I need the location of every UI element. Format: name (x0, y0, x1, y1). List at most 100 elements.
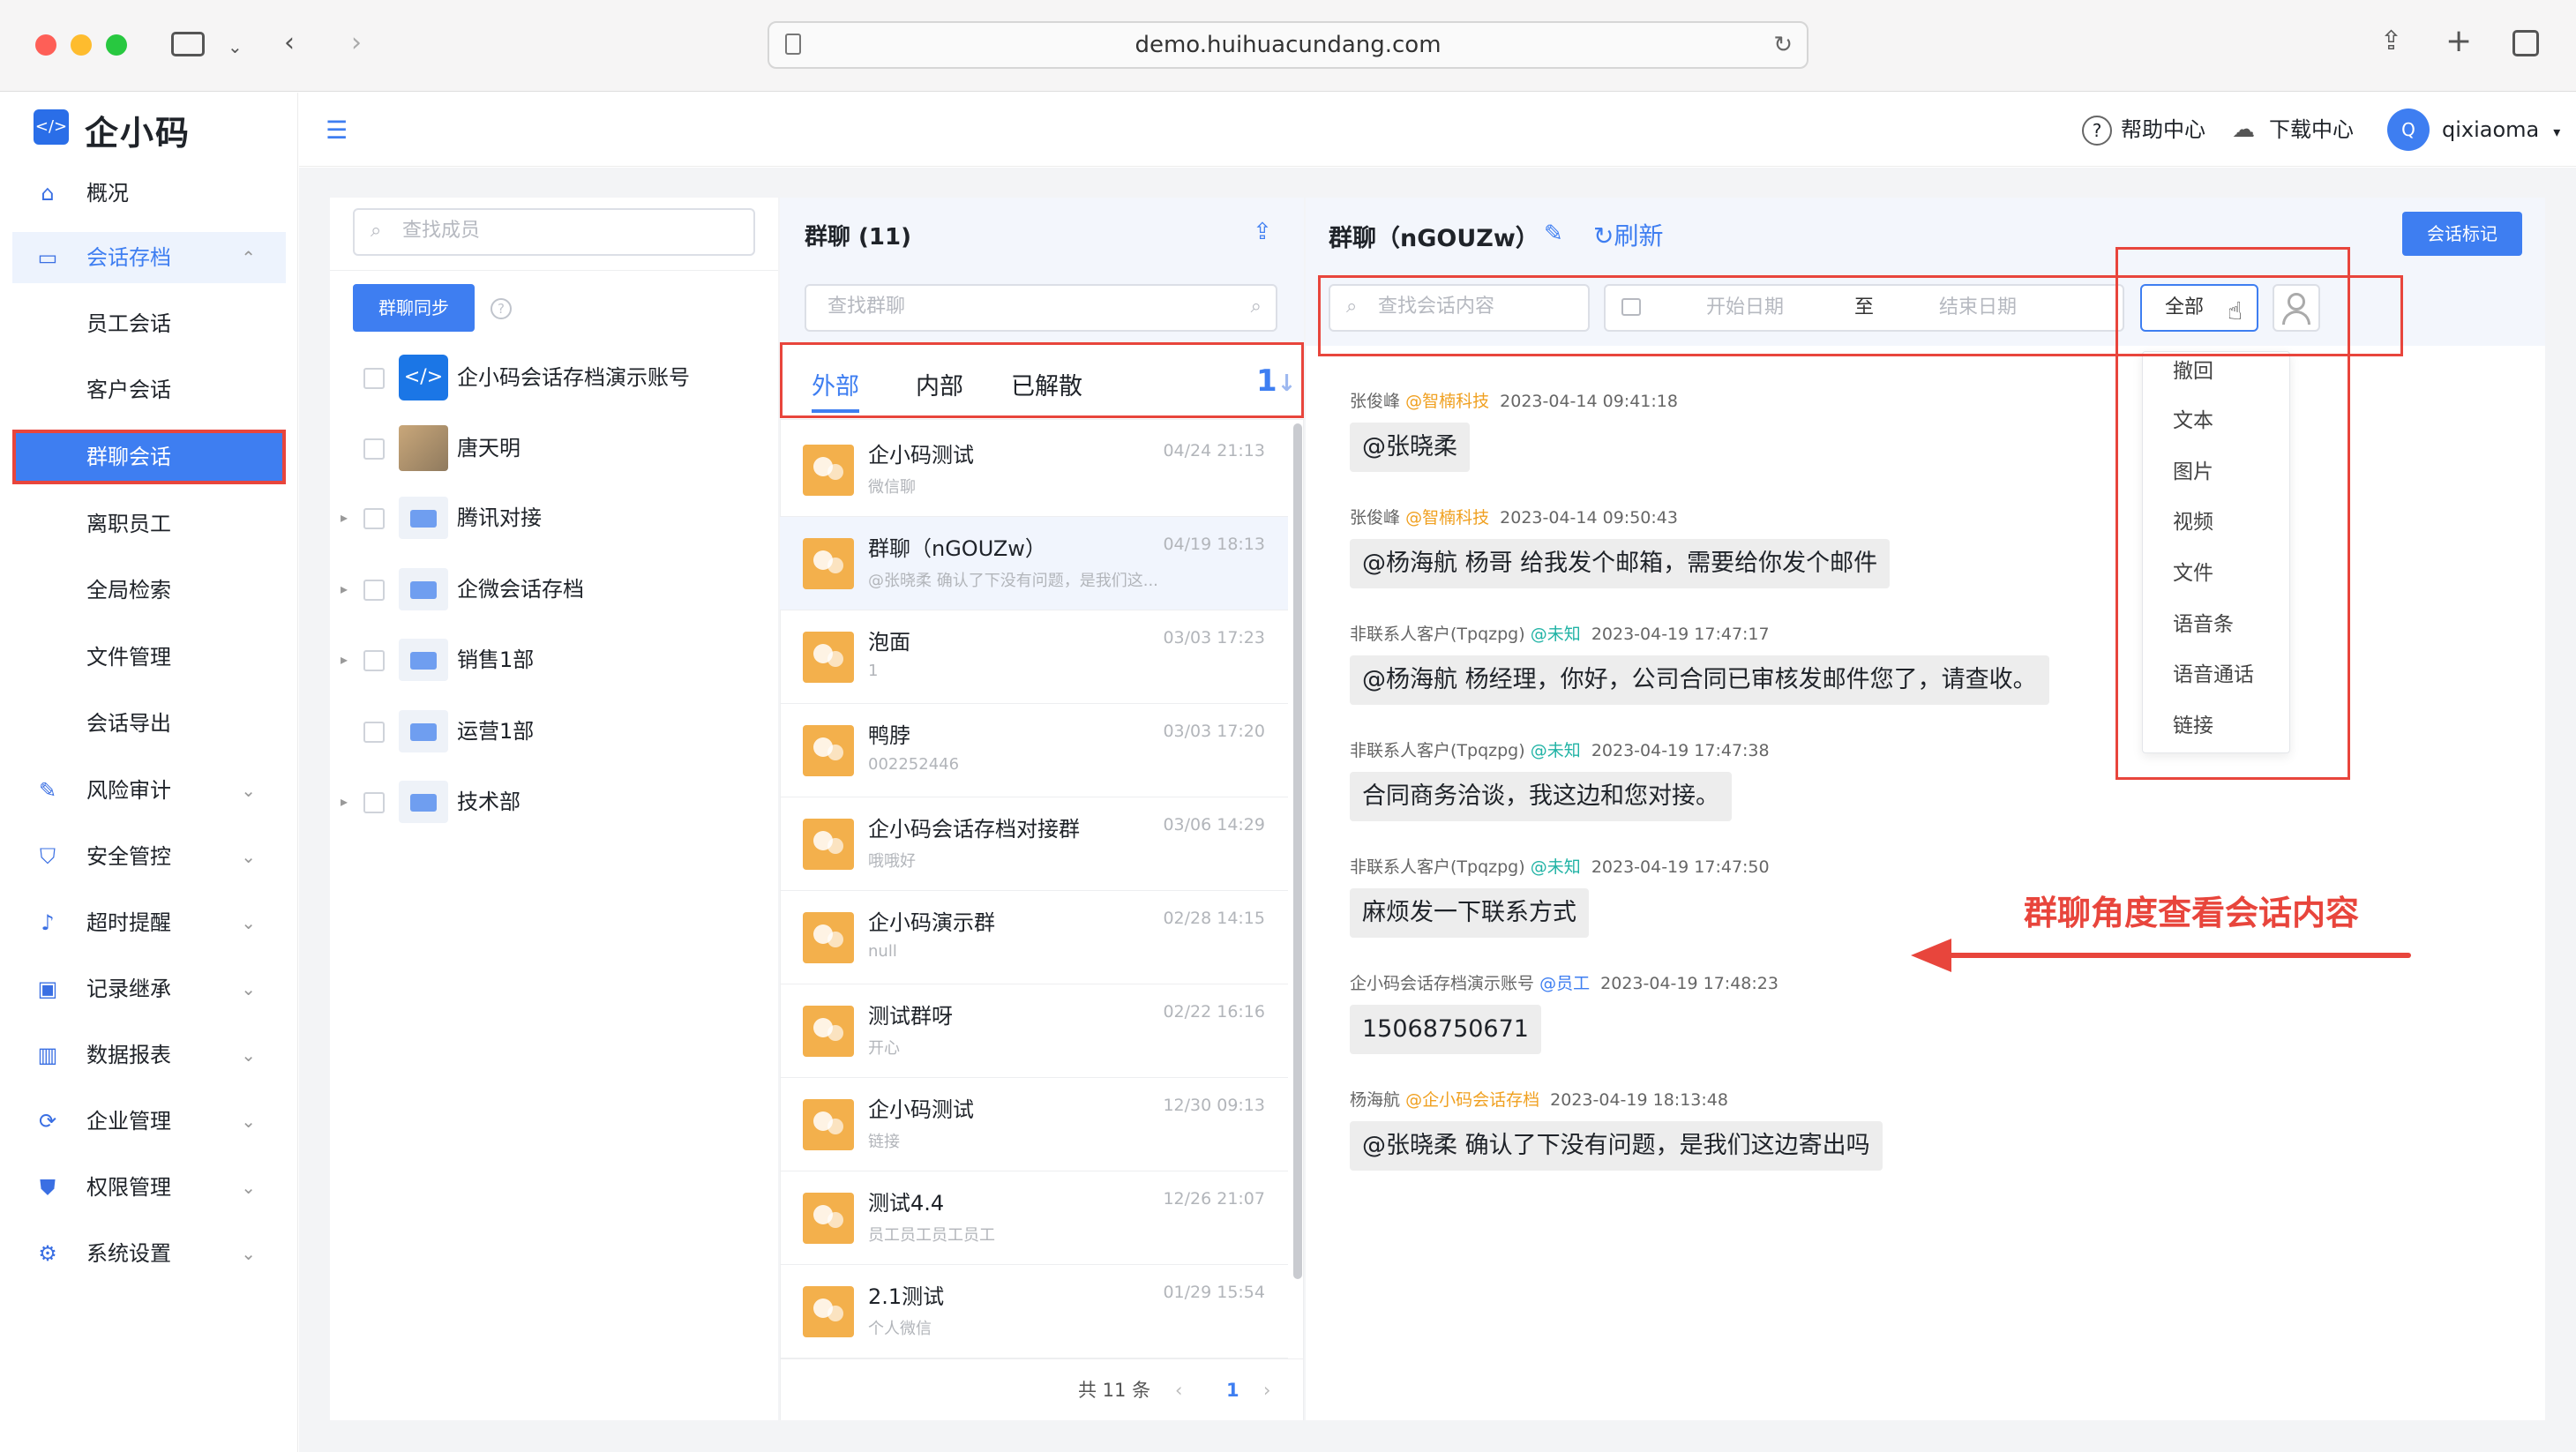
group-chat-item[interactable]: 鸭脖 002252446 03/03 17:20 (780, 704, 1288, 797)
nav-settings-label: 系统设置 (86, 1241, 171, 1266)
department-checkbox[interactable] (363, 580, 385, 601)
export-icon[interactable]: ⇪ (1253, 221, 1277, 243)
message-bubble: 麻烦发一下联系方式 (1350, 888, 1589, 938)
nav-security[interactable]: ⛉ 安全管控 ⌄ (12, 831, 286, 882)
chevron-down-icon: ⌄ (241, 978, 256, 999)
group-chat-item[interactable]: 企小码会话存档对接群 哦哦好 03/06 14:29 (780, 797, 1288, 891)
new-tab-icon[interactable]: + (2445, 26, 2472, 57)
group-avatar-icon (803, 445, 854, 496)
department-row[interactable]: ▸ 腾讯对接 (341, 491, 776, 544)
nav-enterprise-label: 企业管理 (86, 1109, 171, 1134)
group-chat-item[interactable]: 泡面 1 03/03 17:23 (780, 610, 1288, 704)
sidebar-toggle-icon[interactable] (171, 32, 205, 56)
group-chat-item[interactable]: 企小码测试 链接 12/30 09:13 (780, 1078, 1288, 1171)
nav-timeout-alerts[interactable]: ♪ 超时提醒 ⌄ (12, 897, 286, 948)
zoom-window-button[interactable] (106, 34, 127, 56)
department-checkbox[interactable] (363, 792, 385, 813)
nav-permissions[interactable]: ⛊ 权限管理 ⌄ (12, 1162, 286, 1213)
group-name: 测试4.4 (868, 1191, 945, 1216)
menu-collapse-icon[interactable]: ☰ (326, 116, 348, 145)
group-chat-item[interactable]: 企小码演示群 null 02/28 14:15 (780, 891, 1288, 984)
message-time: 2023-04-14 09:41:18 (1500, 392, 1678, 411)
message-time: 2023-04-19 17:47:38 (1591, 741, 1770, 760)
sender-name: 杨海航 (1350, 1090, 1401, 1110)
nav-record-inherit-label: 记录继承 (86, 977, 171, 1001)
nav-resigned-employees[interactable]: 离职员工 (12, 497, 286, 551)
back-icon[interactable]: ‹ (284, 30, 295, 56)
nav-group-sessions[interactable]: 群聊会话 (12, 430, 286, 484)
prev-page-icon[interactable]: ‹ (1175, 1359, 1182, 1421)
group-chat-item-selected[interactable]: 群聊（nGOUZw） @张晓柔 确认了下没有问题，是我们这... 04/19 18:… (780, 517, 1288, 610)
group-sync-button[interactable]: 群聊同步 (353, 284, 475, 332)
nav-data-reports[interactable]: ▥ 数据报表 ⌄ (12, 1029, 286, 1081)
user-menu[interactable]: Qqixiaoma ▾ (2387, 109, 2560, 151)
department-row[interactable]: ▸ 企微会话存档 (341, 563, 776, 616)
home-icon: ⌂ (41, 181, 55, 206)
member-search-input[interactable]: ⌕ 查找成员 (353, 208, 755, 256)
message-meta: 企小码会话存档演示账号 @员工 2023-04-19 17:48:23 (1350, 970, 1778, 994)
help-center-link[interactable]: ? 帮助中心 (2082, 112, 2205, 147)
group-chat-item[interactable]: 测试4.4 员工员工员工员工 12/26 21:07 (780, 1171, 1288, 1265)
department-checkbox[interactable] (363, 508, 385, 529)
close-window-button[interactable] (35, 34, 56, 56)
member-checkbox[interactable] (363, 438, 385, 460)
dropdown-highlight-box (2115, 247, 2350, 780)
nav-employee-sessions[interactable]: 员工会话 (12, 296, 286, 351)
department-row[interactable]: ▸ 销售1部 (341, 633, 776, 686)
group-time: 03/03 17:23 (1163, 628, 1265, 647)
group-search-input[interactable]: 查找群聊 ⌕ (805, 284, 1277, 332)
nav-enterprise[interactable]: ⟳ 企业管理 ⌄ (12, 1096, 286, 1147)
next-page-icon[interactable]: › (1263, 1359, 1270, 1421)
nav-global-search[interactable]: 全局检索 (12, 563, 286, 617)
department-row[interactable]: 运营1部 (353, 705, 776, 758)
nav-permissions-label: 权限管理 (86, 1175, 171, 1200)
message: 张俊峰 @智楠科技 2023-04-14 09:50:43 @杨海航 杨哥 给我… (1350, 505, 1891, 588)
reload-icon[interactable]: ↻ (1773, 23, 1793, 67)
nav-record-inherit[interactable]: ▣ 记录继承 ⌄ (12, 963, 286, 1014)
message-meta: 张俊峰 @智楠科技 2023-04-14 09:41:18 (1350, 388, 1678, 412)
nav-customer-sessions[interactable]: 客户会话 (12, 363, 286, 417)
expand-arrow-icon[interactable]: ▸ (341, 633, 348, 686)
nav-risk-audit[interactable]: ✎ 风险审计 ⌄ (12, 765, 286, 816)
share-icon[interactable]: ⇪ (2380, 28, 2402, 55)
divider (330, 270, 778, 271)
message-bubble: @张晓柔 确认了下没有问题，是我们这边寄出吗 (1350, 1121, 1883, 1171)
forward-icon[interactable]: › (351, 30, 362, 56)
expand-arrow-icon[interactable]: ▸ (341, 563, 348, 616)
member-checkbox[interactable] (363, 368, 385, 389)
refresh-button[interactable]: ↻刷新 (1593, 217, 1663, 252)
address-bar[interactable]: demo.huihuacundang.com ↻ (768, 21, 1808, 69)
nav-archive[interactable]: ▭ 会话存档 ⌃ (12, 232, 286, 283)
download-center-link[interactable]: ☁ 下载中心 (2232, 112, 2354, 147)
page-number[interactable]: 1 (1226, 1359, 1239, 1421)
nav-overview[interactable]: ⌂ 概况 (12, 168, 286, 219)
expand-arrow-icon[interactable]: ▸ (341, 775, 348, 828)
group-chat-item[interactable]: 测试群呀 开心 02/22 16:16 (780, 984, 1288, 1078)
help-circle-icon[interactable]: ? (490, 298, 512, 319)
nav-resigned-employees-label: 离职员工 (86, 512, 171, 536)
minimize-window-button[interactable] (71, 34, 92, 56)
department-row[interactable]: ▸ 技术部 (341, 775, 776, 828)
folder-icon (399, 710, 448, 752)
department-checkbox[interactable] (363, 650, 385, 671)
session-mark-button[interactable]: 会话标记 (2402, 212, 2522, 256)
pagination: 共 11 条 ‹ 1 › (780, 1358, 1304, 1420)
member-row[interactable]: 唐天明 (353, 422, 776, 475)
edit-icon[interactable]: ✎ (1544, 221, 1563, 247)
nav-session-export[interactable]: 会话导出 (12, 696, 286, 751)
nav-settings[interactable]: ⚙ 系统设置 ⌄ (12, 1228, 286, 1279)
group-name: 企小码演示群 (868, 910, 995, 935)
department-checkbox[interactable] (363, 722, 385, 743)
list-scrollbar[interactable] (1293, 423, 1302, 1279)
group-preview: 链接 (868, 1133, 900, 1151)
group-avatar-icon (803, 1286, 854, 1337)
chevron-down-icon[interactable]: ⌄ (228, 34, 243, 60)
nav-file-management[interactable]: 文件管理 (12, 630, 286, 685)
expand-arrow-icon[interactable]: ▸ (341, 491, 348, 544)
groups-title: 群聊 (11) (805, 224, 911, 251)
member-row[interactable]: </> 企小码会话存档演示账号 (353, 351, 776, 404)
group-chat-item[interactable]: 2.1测试 个人微信 01/29 15:54 (780, 1265, 1288, 1358)
tab-overview-icon[interactable] (2512, 30, 2539, 56)
edit-doc-icon: ✎ (38, 778, 57, 803)
group-chat-item[interactable]: 企小码测试 微信聊 04/24 21:13 (780, 423, 1288, 517)
